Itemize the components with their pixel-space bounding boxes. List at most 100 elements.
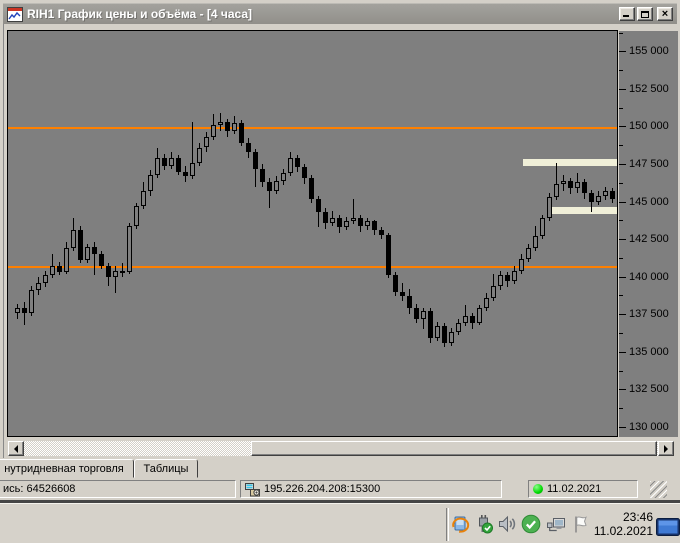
statusbar: ись: 64526608 195.226.204.208:15300 11.0…	[0, 478, 677, 500]
candle-body	[99, 254, 104, 267]
candle-body	[512, 270, 517, 282]
show-desktop-monitor-icon[interactable]	[656, 518, 680, 536]
candle-body	[526, 248, 531, 259]
candle-body	[358, 218, 363, 226]
candle-body	[260, 168, 265, 182]
axis-major-tick	[619, 352, 626, 353]
candle-body	[148, 174, 153, 191]
candle-body	[463, 315, 468, 324]
candle-body	[372, 221, 377, 231]
candle-body	[379, 230, 384, 235]
minimize-button[interactable]	[619, 7, 635, 21]
candle-body	[498, 275, 503, 286]
candle-body	[414, 308, 419, 319]
scrollbar-thumb[interactable]	[251, 441, 657, 456]
price-chart[interactable]	[7, 30, 618, 437]
axis-tick-label: 142 500	[629, 233, 669, 245]
candle-body	[400, 291, 405, 297]
window-titlebar[interactable]: RIH1 График цены и объёма - [4 часа] ×	[3, 3, 677, 24]
arrow-left-icon	[10, 444, 18, 453]
candle-body	[204, 136, 209, 148]
tab-label: Таблицы	[143, 462, 189, 475]
axis-major-tick	[619, 277, 626, 278]
sync-icon[interactable]	[450, 514, 470, 534]
candle-body	[50, 266, 55, 276]
candle-body	[302, 167, 307, 178]
candle-body	[218, 121, 223, 125]
scroll-right-button[interactable]	[658, 441, 674, 456]
axis-major-tick	[619, 164, 626, 165]
protection-ok-icon[interactable]	[521, 514, 541, 534]
axis-major-tick	[619, 427, 626, 428]
candle-body	[288, 158, 293, 173]
axis-tick-label: 147 500	[629, 158, 669, 170]
candle-body	[575, 182, 580, 188]
candle-body	[92, 246, 97, 255]
tab-intraday-trading[interactable]: нутридневная торговля	[0, 459, 134, 478]
candle-body	[386, 234, 391, 276]
close-icon: ×	[661, 8, 669, 20]
tab-label: нутридневная торговля	[4, 462, 124, 475]
axis-major-tick	[619, 239, 626, 240]
maximize-button[interactable]	[637, 7, 653, 21]
record-count: ись: 64526608	[3, 483, 76, 495]
usb-device-icon[interactable]	[474, 514, 494, 534]
candle-body	[491, 285, 496, 298]
candle-body	[295, 158, 300, 167]
candle-body	[232, 123, 237, 131]
axis-major-tick	[619, 89, 626, 90]
axis-minor-tick	[619, 145, 623, 146]
candle-body	[316, 198, 321, 213]
candle-body	[421, 311, 426, 319]
candle-body	[456, 323, 461, 333]
axis-major-tick	[619, 314, 626, 315]
scroll-left-button[interactable]	[8, 441, 24, 456]
candle-body	[603, 191, 608, 196]
taskbar-clock[interactable]: 23:46 11.02.2021	[594, 510, 653, 538]
candle-body	[274, 180, 279, 191]
axis-major-tick	[619, 202, 626, 203]
candle-body	[106, 266, 111, 277]
maximize-icon	[641, 10, 649, 18]
volume-icon[interactable]	[497, 514, 517, 534]
candle-body	[134, 206, 139, 226]
candle-body	[43, 275, 48, 283]
axis-tick-label: 135 000	[629, 346, 669, 358]
candle-body	[365, 221, 370, 226]
axis-tick-label: 132 500	[629, 383, 669, 395]
candle-wick	[24, 302, 25, 325]
candle-body	[337, 218, 342, 228]
candle-body	[309, 177, 314, 199]
price-axis[interactable]: 130 000 132 500 135 000 137 500 140 000 142 5…	[619, 31, 678, 437]
candle-body	[113, 270, 118, 277]
candle-body	[568, 180, 573, 188]
resize-grip[interactable]	[650, 481, 667, 498]
statusbar-record-panel: ись: 64526608	[0, 480, 236, 498]
axis-minor-tick	[619, 371, 623, 372]
candle-body	[435, 326, 440, 339]
close-button[interactable]: ×	[657, 7, 673, 21]
highlight-band	[548, 207, 617, 214]
candle-body	[554, 183, 559, 197]
axis-minor-tick	[619, 295, 623, 296]
chart-horizontal-scrollbar[interactable]	[8, 441, 674, 456]
chart-window-icon	[7, 6, 23, 22]
candle-body	[533, 236, 538, 249]
statusbar-server-panel: 195.226.204.208:15300	[240, 480, 502, 498]
axis-tick-label: 145 000	[629, 196, 669, 208]
candle-body	[477, 308, 482, 324]
arrow-right-icon	[664, 444, 672, 453]
network-connection-tray-icon[interactable]	[546, 514, 566, 534]
candle-body	[85, 246, 90, 261]
clock-date: 11.02.2021	[593, 524, 653, 538]
candle-body	[211, 124, 216, 137]
candle-body	[582, 182, 587, 193]
axis-minor-tick	[619, 183, 623, 184]
candle-body	[64, 248, 69, 273]
tab-tables[interactable]: Таблицы	[134, 459, 198, 478]
candle-body	[610, 191, 615, 199]
candle-body	[155, 158, 160, 175]
flag-icon[interactable]	[571, 514, 591, 534]
axis-tick-label: 152 500	[629, 83, 669, 95]
candle-body	[15, 308, 20, 313]
